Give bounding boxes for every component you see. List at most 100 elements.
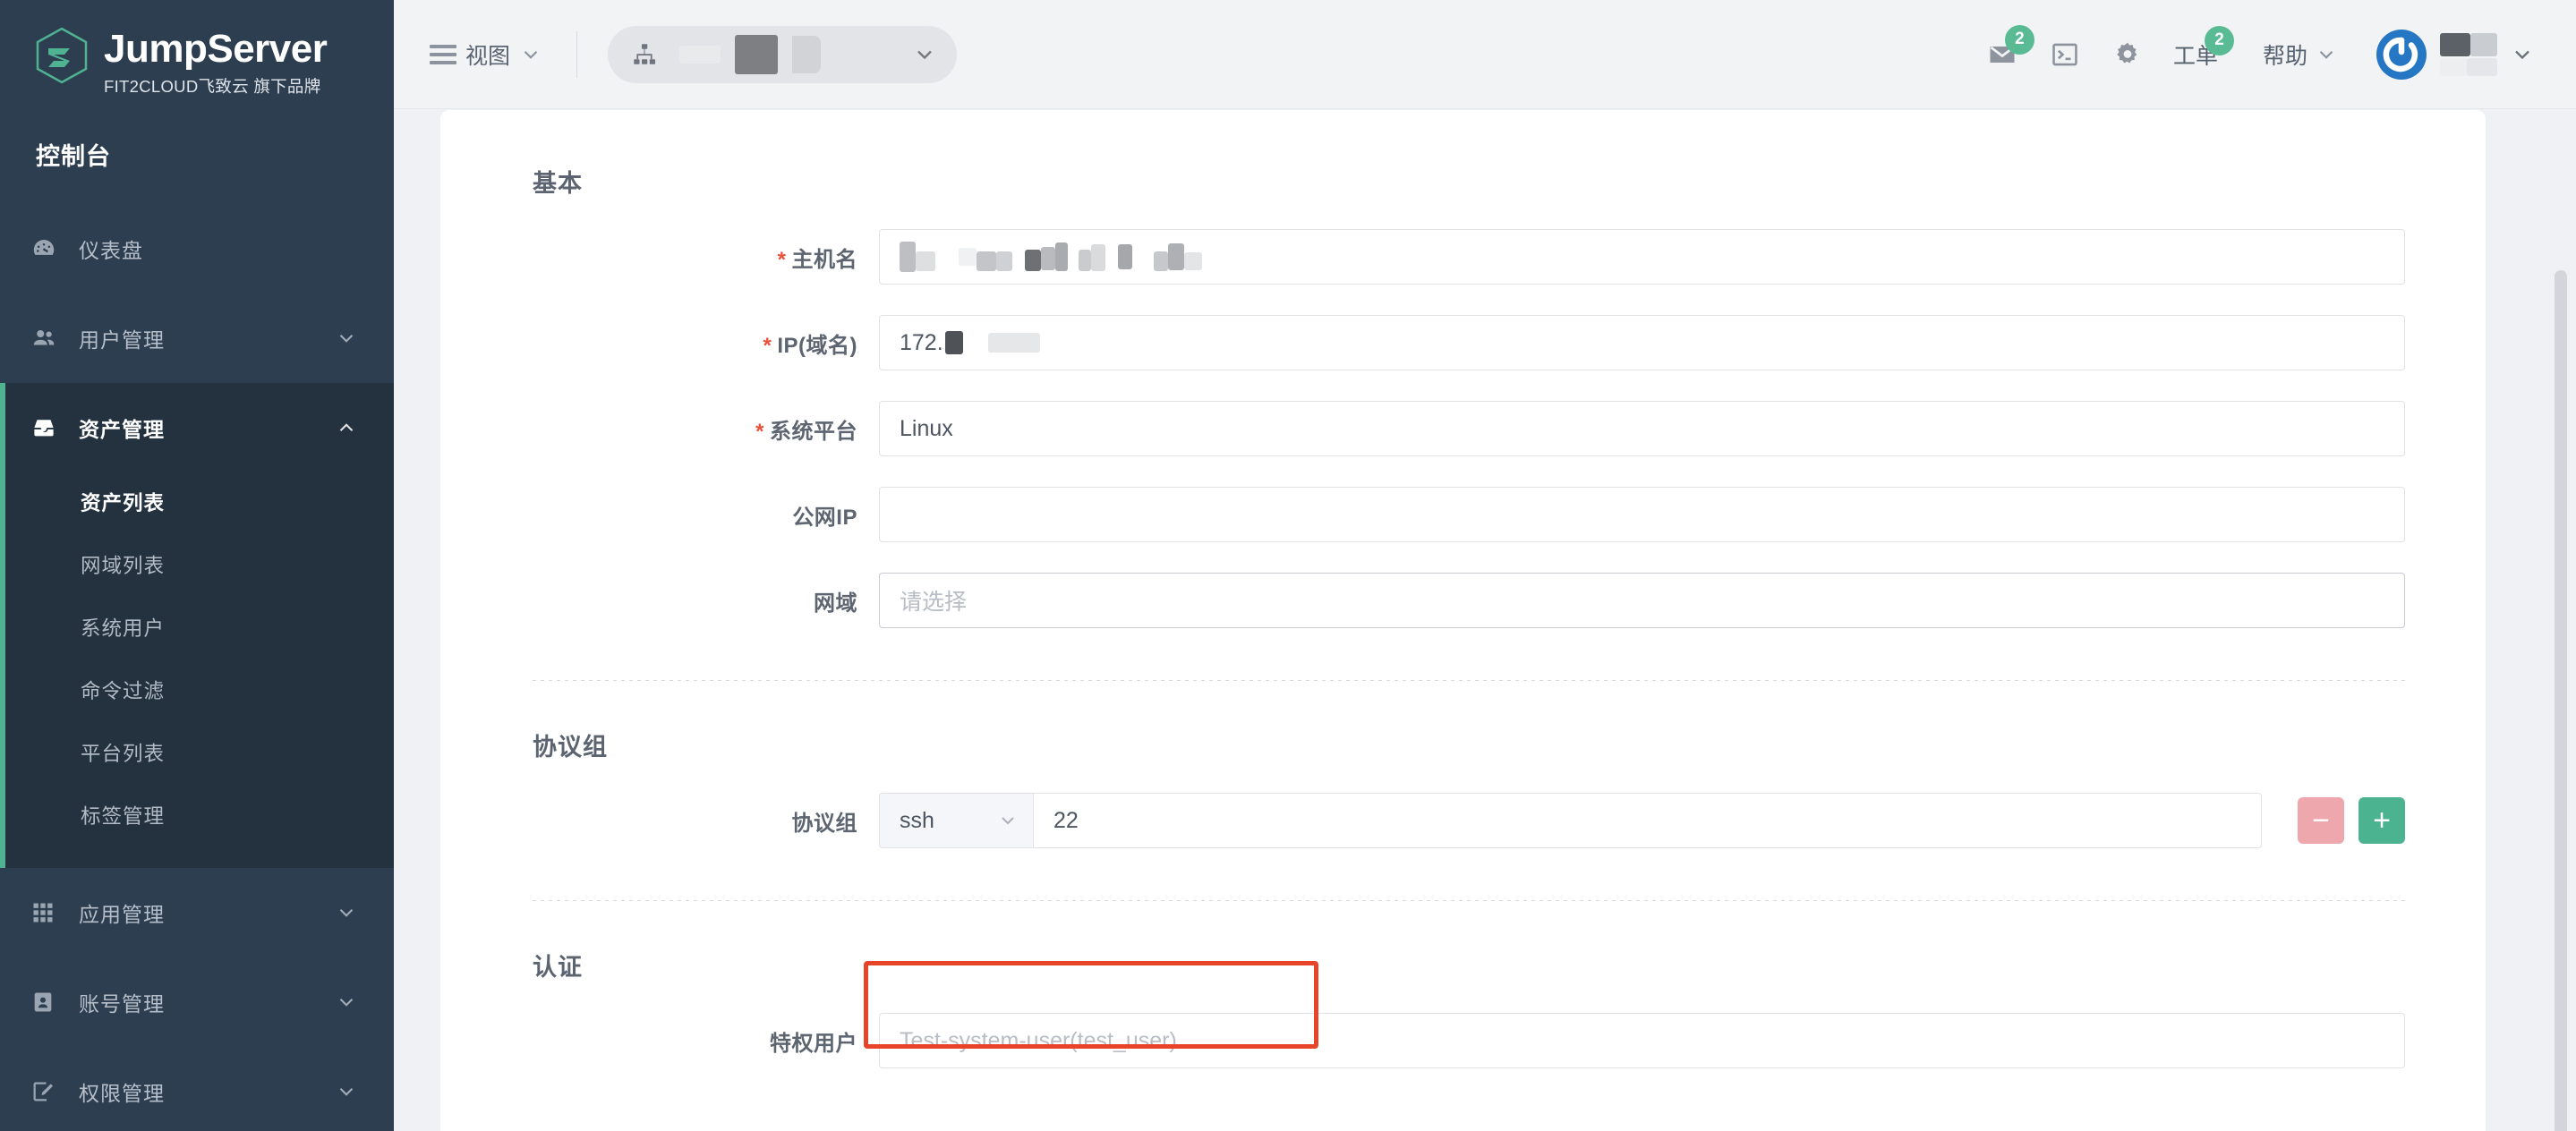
edit-square-icon bbox=[30, 1079, 66, 1104]
chevron-down-icon bbox=[524, 50, 538, 59]
section-divider-2 bbox=[533, 900, 2405, 901]
sidebar-item-app-management[interactable]: 应用管理 bbox=[0, 868, 394, 957]
hostname-input[interactable] bbox=[879, 229, 2405, 285]
brand-subtitle: FIT2CLOUD飞致云 旗下品牌 bbox=[104, 77, 321, 97]
settings-button[interactable] bbox=[2096, 23, 2159, 86]
power-avatar-icon[interactable] bbox=[2376, 29, 2427, 81]
sidebar-item-asset-management[interactable]: 资产管理 bbox=[0, 383, 394, 472]
public-ip-control bbox=[879, 487, 2405, 542]
ip-input[interactable]: 172. bbox=[879, 315, 2405, 370]
domain-select[interactable]: 请选择 bbox=[879, 573, 2405, 628]
submenu-spacer bbox=[0, 848, 394, 868]
domain-label: 网域 bbox=[814, 591, 857, 616]
sitemap-icon bbox=[634, 43, 656, 64]
mail-badge: 2 bbox=[2004, 24, 2034, 55]
field-row-hostname: * 主机名 bbox=[440, 229, 2486, 285]
required-marker: * bbox=[755, 419, 764, 444]
section-title-protocol: 协议组 bbox=[533, 734, 608, 761]
sidebar-item-dashboard[interactable]: 仪表盘 bbox=[0, 204, 394, 293]
privileged-user-control: Test-system-user(test_user) bbox=[879, 1013, 2405, 1068]
protocol-row: ssh 22 − + bbox=[879, 793, 2405, 848]
help-label: 帮助 bbox=[2262, 43, 2307, 69]
sidebar-item-label: 用户管理 bbox=[79, 328, 165, 353]
protocol-value: ssh bbox=[900, 807, 934, 833]
org-selector[interactable] bbox=[608, 25, 958, 83]
terminal-button[interactable] bbox=[2034, 23, 2096, 86]
protocol-control: ssh 22 − + bbox=[879, 793, 2405, 848]
dashboard-icon bbox=[30, 235, 66, 262]
view-label: 视图 bbox=[465, 43, 511, 69]
sidebar-item-user-management[interactable]: 用户管理 bbox=[0, 293, 394, 383]
field-row-platform: * 系统平台 Linux bbox=[440, 401, 2486, 456]
privileged-user-value: Test-system-user(test_user) bbox=[900, 1027, 1177, 1053]
remove-protocol-button[interactable]: − bbox=[2298, 797, 2344, 844]
public-ip-label: 公网IP bbox=[792, 505, 857, 530]
field-row-public-ip: 公网IP bbox=[440, 487, 2486, 542]
topbar-divider bbox=[576, 30, 578, 78]
add-protocol-button[interactable]: + bbox=[2358, 797, 2405, 844]
sidebar-item-account-management[interactable]: 账号管理 bbox=[0, 957, 394, 1047]
help-dropdown[interactable]: 帮助 bbox=[2232, 38, 2352, 71]
platform-input[interactable]: Linux bbox=[879, 401, 2405, 456]
public-ip-input[interactable] bbox=[879, 487, 2405, 542]
view-dropdown[interactable]: 视图 bbox=[430, 38, 546, 71]
chevron-down-icon bbox=[917, 50, 932, 59]
required-marker: * bbox=[777, 247, 787, 272]
section-title-auth: 认证 bbox=[533, 954, 583, 981]
gear-icon bbox=[2117, 42, 2137, 63]
field-row-privileged-user: 特权用户 Test-system-user(test_user) bbox=[440, 1013, 2486, 1068]
inbox-icon bbox=[30, 414, 66, 441]
protocol-select[interactable]: ssh bbox=[879, 793, 1033, 848]
sidebar-subitem-command-filter[interactable]: 命令过滤 bbox=[0, 660, 394, 723]
brand-title: JumpServer bbox=[104, 27, 328, 71]
chevron-up-icon bbox=[339, 423, 354, 432]
hostname-label: * 主机名 bbox=[777, 247, 857, 272]
org-value-redacted bbox=[670, 34, 900, 74]
mail-button[interactable]: 2 bbox=[1971, 23, 2034, 86]
platform-control: Linux bbox=[879, 401, 2405, 456]
user-name-redacted bbox=[2440, 32, 2497, 76]
domain-control: 请选择 bbox=[879, 573, 2405, 628]
privileged-user-label: 特权用户 bbox=[770, 1031, 857, 1056]
sidebar-subitem-platform-list[interactable]: 平台列表 bbox=[0, 723, 394, 786]
sidebar-item-label: 资产管理 bbox=[79, 418, 165, 442]
required-marker: * bbox=[763, 333, 772, 358]
ip-value-redacted bbox=[943, 331, 1040, 354]
ip-value: 172. bbox=[900, 329, 943, 355]
topbar: 视图 2 工单 2 帮助 bbox=[394, 0, 2576, 109]
topbar-actions: 2 工单 2 帮助 bbox=[1971, 23, 2535, 86]
chevron-down-icon bbox=[1002, 817, 1014, 825]
domain-placeholder: 请选择 bbox=[900, 590, 968, 615]
chevron-down-icon bbox=[2319, 50, 2333, 59]
sidebar: JumpServer FIT2CLOUD飞致云 旗下品牌 控制台 仪表盘 用户管… bbox=[0, 0, 394, 1131]
main-area: 视图 2 工单 2 帮助 基本 * 主机名 * IP(域名) 172. * 系统… bbox=[394, 0, 2576, 1131]
sidebar-item-permission-management[interactable]: 权限管理 bbox=[0, 1047, 394, 1131]
sidebar-subitem-system-user[interactable]: 系统用户 bbox=[0, 598, 394, 660]
sidebar-subitem-domain-list[interactable]: 网域列表 bbox=[0, 535, 394, 598]
sidebar-group-asset-management: 资产管理 资产列表 网域列表 系统用户 命令过滤 平台列表 标签管理 bbox=[0, 383, 394, 869]
chevron-down-icon bbox=[339, 1088, 354, 1096]
user-menu[interactable] bbox=[2440, 32, 2535, 76]
field-row-domain: 网域 请选择 bbox=[440, 573, 2486, 628]
tickets-button[interactable]: 工单 2 bbox=[2159, 25, 2234, 71]
users-icon bbox=[30, 325, 66, 352]
vertical-scrollbar[interactable] bbox=[2555, 270, 2567, 1131]
brand-header[interactable]: JumpServer FIT2CLOUD飞致云 旗下品牌 bbox=[0, 0, 394, 98]
sidebar-item-label: 仪表盘 bbox=[79, 239, 143, 263]
sidebar-subitem-asset-list[interactable]: 资产列表 bbox=[0, 472, 394, 535]
chevron-down-icon bbox=[339, 335, 354, 343]
account-card-icon bbox=[30, 990, 66, 1015]
platform-label: * 系统平台 bbox=[755, 419, 857, 444]
ip-control: 172. bbox=[879, 315, 2405, 370]
sidebar-item-label: 应用管理 bbox=[79, 903, 165, 927]
field-row-protocol: 协议组 ssh 22 − + bbox=[440, 793, 2486, 848]
protocol-port-input[interactable]: 22 bbox=[1033, 793, 2262, 848]
grid-icon bbox=[30, 900, 66, 925]
content-scroll-area: 基本 * 主机名 * IP(域名) 172. * 系统平台 Linux 公网IP… bbox=[394, 109, 2576, 1131]
chevron-down-icon bbox=[339, 909, 354, 917]
sidebar-subitem-label-management[interactable]: 标签管理 bbox=[0, 786, 394, 848]
privileged-user-input[interactable]: Test-system-user(test_user) bbox=[879, 1013, 2405, 1068]
section-title-basic: 基本 bbox=[533, 170, 583, 197]
jumpserver-logo-icon bbox=[36, 27, 88, 84]
asset-form-card: 基本 * 主机名 * IP(域名) 172. * 系统平台 Linux 公网IP… bbox=[440, 110, 2486, 1131]
